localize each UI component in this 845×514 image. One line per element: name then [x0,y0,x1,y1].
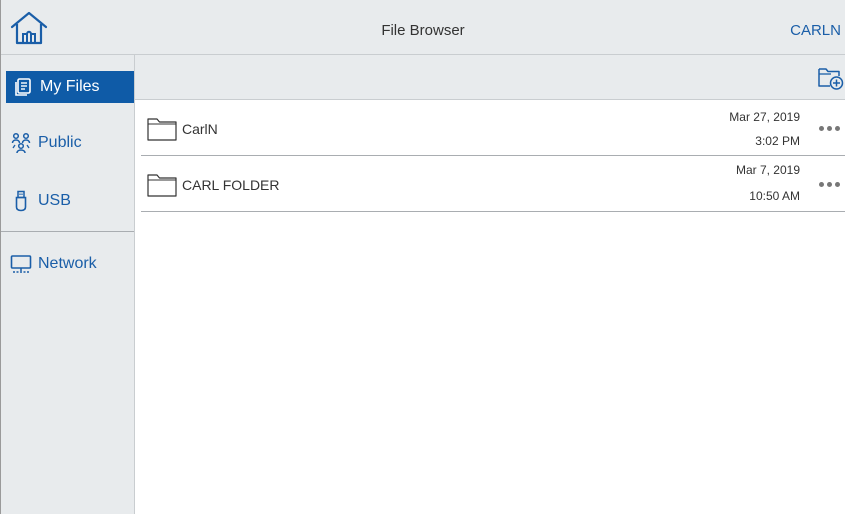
new-folder-button[interactable] [817,63,845,91]
more-options-icon[interactable] [819,178,845,190]
file-date: Mar 7, 2019 [735,163,800,177]
sidebar-item-label: My Files [40,78,100,95]
file-date: Mar 27, 2019 [729,110,800,124]
sidebar-item-network[interactable]: Network [1,242,134,286]
public-users-icon [10,132,32,154]
sidebar-item-label: USB [38,192,71,209]
file-browser-app: File Browser CARLN My Files Public USB N… [0,0,845,514]
sidebar-item-label: Network [38,255,97,272]
folder-icon [147,174,177,197]
usb-icon [10,190,32,212]
file-row[interactable]: CarlN Mar 27, 2019 3:02 PM [141,100,845,156]
sidebar: My Files Public USB Network [1,55,135,514]
sidebar-item-my-files[interactable]: My Files [6,71,134,103]
user-account-link[interactable]: CARLN [790,22,841,39]
network-monitor-icon [10,253,32,275]
file-name: CarlN [182,121,218,137]
sidebar-item-usb[interactable]: USB [1,179,134,223]
main-toolbar [135,55,845,100]
my-files-icon [12,76,34,98]
sidebar-item-label: Public [38,134,82,151]
file-time: 10:50 AM [749,189,800,203]
new-folder-icon [818,68,844,90]
file-time: 3:02 PM [755,134,800,148]
file-list: CarlN Mar 27, 2019 3:02 PM CARL FOLDER M… [135,100,845,212]
folder-icon [147,118,177,141]
file-row[interactable]: CARL FOLDER Mar 7, 2019 10:50 AM [141,156,845,212]
sidebar-item-public[interactable]: Public [1,121,134,165]
file-name: CARL FOLDER [182,177,280,193]
sidebar-divider [1,231,134,232]
page-title: File Browser [381,22,465,39]
more-options-icon[interactable] [819,122,845,134]
title-bar: File Browser CARLN [1,0,845,55]
